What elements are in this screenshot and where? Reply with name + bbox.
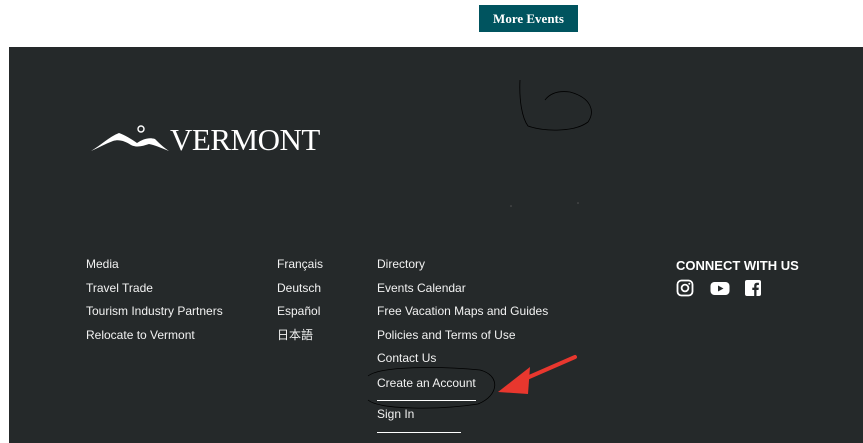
more-events-button[interactable]: More Events (479, 5, 578, 32)
top-bar: More Events (0, 0, 863, 47)
link-language-spanish[interactable]: Español (277, 303, 323, 327)
link-policies-terms[interactable]: Policies and Terms of Use (377, 327, 548, 351)
link-tourism-industry-partners[interactable]: Tourism Industry Partners (86, 303, 223, 327)
footer-column-resources: Directory Events Calendar Free Vacation … (377, 256, 548, 433)
link-media[interactable]: Media (86, 256, 223, 280)
link-vacation-maps[interactable]: Free Vacation Maps and Guides (377, 303, 548, 327)
link-relocate-to-vermont[interactable]: Relocate to Vermont (86, 327, 223, 351)
link-directory[interactable]: Directory (377, 256, 548, 280)
vermont-logo[interactable]: VERMONT (89, 123, 320, 155)
social-links (676, 279, 762, 297)
youtube-icon[interactable] (710, 279, 730, 297)
site-footer: VERMONT Media Travel Trade Tourism Indus… (9, 47, 863, 443)
link-language-japanese[interactable]: 日本語 (277, 327, 323, 351)
link-events-calendar[interactable]: Events Calendar (377, 280, 548, 304)
instagram-icon[interactable] (676, 279, 694, 297)
connect-heading: CONNECT WITH US (676, 258, 799, 273)
facebook-icon[interactable] (744, 279, 762, 297)
mountain-logo-icon (91, 125, 169, 151)
footer-column-general: Media Travel Trade Tourism Industry Part… (86, 256, 223, 350)
link-travel-trade[interactable]: Travel Trade (86, 280, 223, 304)
link-language-french[interactable]: Français (277, 256, 323, 280)
link-create-account[interactable]: Create an Account (377, 375, 476, 401)
logo-wordmark: VERMONT (170, 122, 320, 157)
link-contact-us[interactable]: Contact Us (377, 350, 548, 374)
link-language-german[interactable]: Deutsch (277, 280, 323, 304)
link-sign-in[interactable]: Sign In (377, 406, 461, 433)
footer-column-languages: Français Deutsch Español 日本語 (277, 256, 323, 350)
